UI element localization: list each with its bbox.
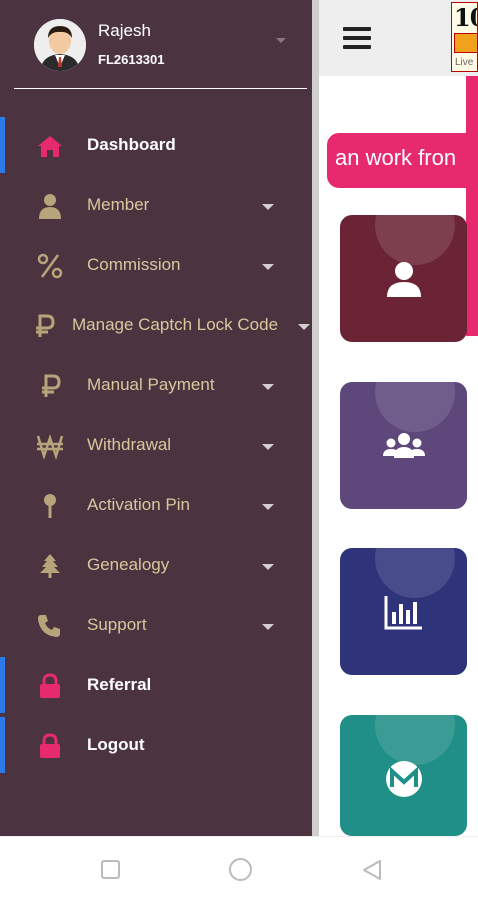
active-indicator xyxy=(0,657,5,713)
sidebar-item-withdrawal[interactable]: Withdrawal xyxy=(0,417,312,473)
dashboard-card-stats[interactable] xyxy=(340,548,467,675)
recent-apps-icon[interactable] xyxy=(101,860,120,879)
ruble-icon xyxy=(36,314,55,337)
chevron-down-icon xyxy=(262,504,274,510)
sidebar-item-label: Genealogy xyxy=(87,555,170,574)
user-name: Rajesh xyxy=(98,21,151,40)
sidebar-item-label: Activation Pin xyxy=(87,495,190,514)
percent-icon xyxy=(37,253,63,279)
sidebar-item-dashboard[interactable]: Dashboard xyxy=(0,117,312,173)
sidebar-item-label: Manual Payment xyxy=(87,375,215,394)
lock-icon xyxy=(40,733,60,758)
sidebar-item-activation-pin[interactable]: Activation Pin xyxy=(0,477,312,533)
chevron-down-icon xyxy=(262,384,274,390)
sidebar-item-label: Support xyxy=(87,615,147,634)
system-navigation-bar xyxy=(0,836,478,900)
monero-icon xyxy=(386,761,422,797)
chevron-down-icon xyxy=(298,324,310,330)
sidebar-item-label: Referral xyxy=(87,675,152,694)
sidebar-item-support[interactable]: Support xyxy=(0,597,312,653)
sidebar-item-logout[interactable]: Logout xyxy=(0,717,312,773)
hamburger-menu-icon[interactable] xyxy=(343,27,371,49)
bar-chart-icon xyxy=(384,596,422,630)
logo-badge xyxy=(454,33,477,53)
active-indicator xyxy=(0,117,5,173)
active-indicator xyxy=(0,717,5,773)
home-button-icon[interactable] xyxy=(229,858,252,881)
tree-icon xyxy=(40,554,60,578)
sidebar-item-label: Manage Captch Lock Code xyxy=(72,315,279,334)
phone-icon xyxy=(38,615,60,637)
divider xyxy=(14,88,307,89)
sidebar-item-label: Logout xyxy=(87,735,145,754)
chevron-down-icon[interactable] xyxy=(276,38,286,43)
logo-subtext: Live xyxy=(455,57,474,68)
back-icon[interactable] xyxy=(361,859,383,881)
banner-strip xyxy=(466,76,478,336)
brand-logo: 10 Live xyxy=(451,2,478,72)
user-id: FL2613301 xyxy=(98,52,165,67)
sidebar-item-label: Commission xyxy=(87,255,181,274)
sidebar-item-label: Withdrawal xyxy=(87,435,172,454)
sidebar-item-commission[interactable]: Commission xyxy=(0,237,312,293)
avatar xyxy=(34,19,86,71)
logo-number: 10 xyxy=(454,3,477,32)
sidebar-item-label: Dashboard xyxy=(87,135,176,154)
chevron-down-icon xyxy=(262,624,274,630)
users-icon xyxy=(383,433,425,458)
won-icon xyxy=(36,434,64,459)
marquee-banner: an work fron xyxy=(327,133,478,188)
drawer-edge xyxy=(312,0,319,836)
user-icon xyxy=(39,194,61,219)
marquee-text: an work fron xyxy=(335,145,457,170)
profile-header[interactable]: Rajesh FL2613301 xyxy=(0,0,312,90)
sidebar-item-referral[interactable]: Referral xyxy=(0,657,312,713)
dashboard-card-team[interactable] xyxy=(340,382,467,509)
chevron-down-icon xyxy=(262,444,274,450)
dashboard-card-member[interactable] xyxy=(340,215,467,342)
dashboard-card-crypto[interactable] xyxy=(340,715,467,836)
sidebar-item-member[interactable]: Member xyxy=(0,177,312,233)
sidebar-item-genealogy[interactable]: Genealogy xyxy=(0,537,312,593)
sidebar-item-manual-payment[interactable]: Manual Payment xyxy=(0,357,312,413)
sidebar-item-label: Member xyxy=(87,195,150,214)
chevron-down-icon xyxy=(262,264,274,270)
user-icon xyxy=(387,262,421,297)
pin-icon xyxy=(44,494,56,518)
navigation-drawer: Rajesh FL2613301 Dashboard Member Commis… xyxy=(0,0,312,836)
lock-icon xyxy=(40,673,60,698)
home-icon xyxy=(38,136,62,157)
sidebar-item-manage-captch-lock-code[interactable]: Manage Captch Lock Code xyxy=(0,297,312,353)
ruble-icon xyxy=(42,374,61,397)
chevron-down-icon xyxy=(262,564,274,570)
chevron-down-icon xyxy=(262,204,274,210)
